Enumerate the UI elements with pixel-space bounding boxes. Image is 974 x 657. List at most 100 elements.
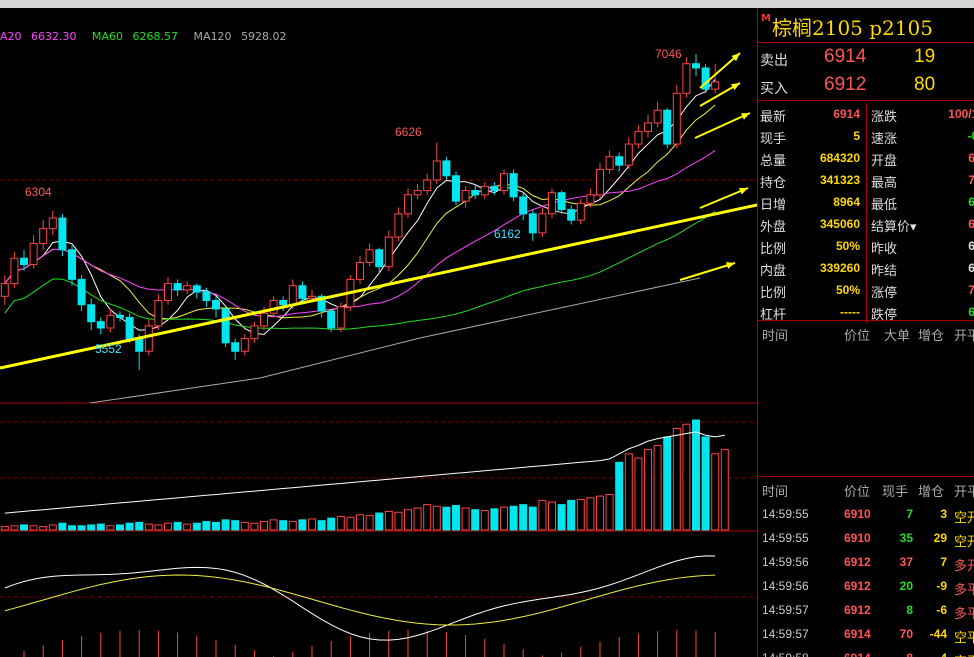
macd-dea-line: [4, 574, 716, 626]
tick-lot: 35: [899, 531, 913, 545]
ma-legend: A20 6632.30 MA60 6268.57 MA120 5928.02: [0, 30, 299, 43]
candle-body: [384, 236, 393, 268]
stat-value: -----: [840, 305, 860, 319]
tick-oi-change: -9: [936, 579, 947, 593]
volume-bar: [615, 461, 624, 531]
kline-chart[interactable]: 7046 6626 6304 6162 5552: [0, 8, 757, 657]
label-mid-low: 6162: [494, 227, 521, 241]
volume-bar: [192, 522, 201, 531]
stat-label: 外盘: [760, 220, 787, 235]
stat-value: 6814: [968, 261, 974, 275]
stat-row: 速涨 -0.06: [869, 125, 974, 147]
tick-price: 6912: [844, 579, 871, 593]
tick-row[interactable]: 14:59:55 6910 35 29 空开: [758, 526, 974, 550]
stat-value: 50%: [835, 239, 860, 253]
volume-bar: [144, 523, 153, 531]
ma60-value: 6268.57: [132, 30, 179, 43]
label-left-low: 5552: [95, 342, 122, 356]
volume-bar: [404, 509, 412, 531]
stat-value: 6270: [968, 305, 974, 319]
tick-type: 多开: [954, 559, 974, 574]
volume-bar: [183, 523, 192, 531]
stat-row: 昨结 6814: [869, 257, 974, 279]
candle-body: [0, 283, 9, 297]
volume-bar: [106, 525, 115, 531]
candle-body: [461, 190, 470, 202]
label-left-high: 6304: [25, 185, 52, 199]
candle-body: [202, 291, 211, 302]
tick-type: 空平: [954, 631, 974, 646]
arrow-icon: [726, 262, 735, 269]
volume-bar: [461, 507, 470, 531]
candle-body: [29, 242, 38, 266]
candle-body: [250, 325, 259, 340]
ma10-line: [4, 104, 716, 320]
candle-body: [624, 143, 633, 166]
candle-body: [192, 285, 201, 293]
stat-value: 8964: [833, 195, 860, 209]
arrow-icon: [679, 262, 736, 281]
volume-bar: [279, 520, 288, 531]
tick-row[interactable]: 14:59:56 6912 20 -9 多平: [758, 574, 974, 598]
stat-row: 比例 50%: [758, 235, 864, 257]
volume-bar: [548, 501, 556, 531]
volume-bar: [202, 521, 211, 531]
ma60-legend: MA60 6268.57: [92, 30, 184, 43]
volume-bar: [644, 449, 652, 531]
chart-area[interactable]: 7046 6626 6304 6162 5552 A20 6632.30 MA60 62…: [0, 8, 757, 657]
tick-row[interactable]: 14:59:57 6912 8 -6 多平: [758, 598, 974, 622]
volume-bar: [576, 499, 585, 531]
volume-bar: [624, 453, 633, 531]
volume-bar: [672, 427, 681, 531]
ma20-label: A20: [0, 30, 22, 43]
candle-body: [452, 175, 460, 202]
big-order-header: 时间 价位 大单 增仓 开平: [758, 323, 974, 344]
volume-bar: [500, 506, 508, 531]
candle-body: [586, 194, 595, 204]
candle-body: [288, 285, 297, 306]
volume-bar: [173, 521, 182, 531]
macd-dif-line: [4, 555, 716, 641]
volume-bar: [567, 499, 576, 531]
candle-body: [164, 283, 172, 302]
contract-title: 棕榈2105 p2105: [772, 16, 933, 40]
volume-bar: [288, 521, 297, 531]
volume-bar: [298, 519, 307, 531]
candle-body: [509, 173, 518, 198]
col-open-close: 开平: [954, 329, 974, 344]
candle-body: [413, 190, 422, 196]
tick-row[interactable]: 14:59:55 6910 7 3 空开: [758, 502, 974, 526]
tick-oi-change: 3: [940, 507, 947, 521]
stat-row: 比例 50%: [758, 279, 864, 301]
candle-body: [144, 325, 153, 352]
volume-bar: [663, 436, 672, 531]
stat-label: 现手: [760, 132, 787, 147]
candle-body: [653, 109, 662, 124]
tick-time: 14:59:57: [762, 603, 809, 617]
candle-body: [173, 283, 182, 291]
tick-lot: 8: [906, 651, 913, 657]
ma120-value: 5928.02: [241, 30, 287, 43]
tick-lot: 7: [906, 507, 913, 521]
tick-row[interactable]: 14:59:57 6914 70 -44 空平: [758, 622, 974, 646]
col-time: 时间: [762, 329, 789, 344]
market-badge: M: [761, 13, 771, 24]
volume-bar: [384, 510, 393, 531]
volume-bar: [164, 522, 172, 531]
ask-price: 6914: [824, 46, 867, 67]
stat-value: 6790: [968, 239, 974, 253]
volume-bar: [423, 504, 432, 531]
tick-time: 14:59:56: [762, 555, 809, 569]
tick-row[interactable]: 14:59:56 6912 37 7 多开: [758, 550, 974, 574]
divider: [758, 476, 974, 477]
stat-label: 速涨: [871, 132, 898, 147]
tick-type: 空开: [954, 535, 974, 550]
tick-row[interactable]: 14:59:58 6914 8 -4 空平: [758, 646, 974, 657]
contract-title-bar[interactable]: M 棕榈2105 p2105: [758, 8, 974, 43]
ma120-line: [89, 277, 701, 404]
volume-bar: [471, 509, 480, 531]
tick-oi-change: -44: [929, 627, 947, 641]
col-price: 价位: [844, 485, 871, 500]
tick-price: 6912: [844, 555, 871, 569]
candle-body: [298, 285, 307, 299]
